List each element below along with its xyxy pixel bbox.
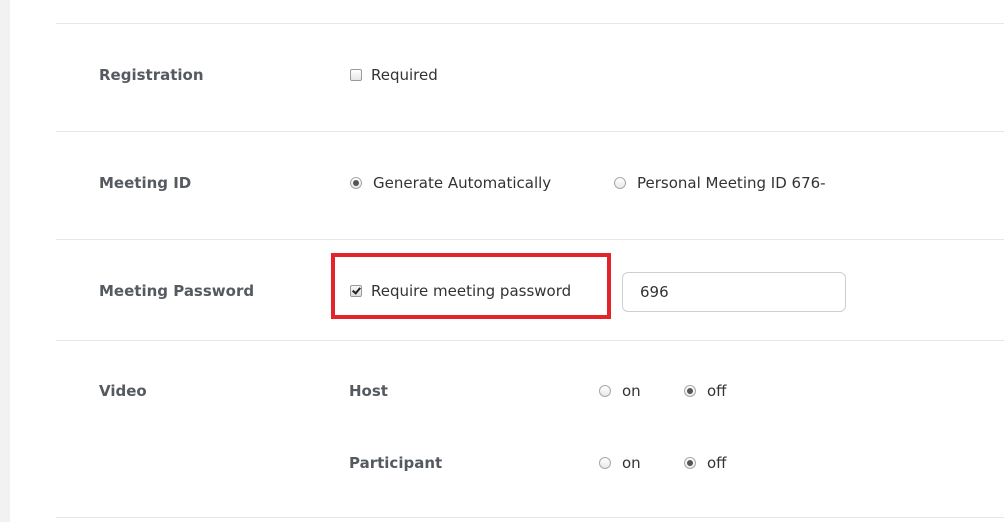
video-participant-off-label: off	[707, 454, 727, 472]
video-host-off-radio[interactable]	[684, 385, 696, 397]
divider	[56, 131, 1004, 132]
video-participant-off-radio[interactable]	[684, 457, 696, 469]
divider	[56, 239, 1004, 240]
meeting-id-personal-label: Personal Meeting ID 676-	[637, 174, 826, 192]
divider	[56, 517, 1004, 518]
video-participant-on-label: on	[622, 454, 641, 472]
video-host-label: Host	[349, 382, 388, 400]
require-password-option[interactable]: Require meeting password	[350, 282, 571, 300]
left-rail	[0, 0, 10, 522]
registration-required-option[interactable]: Required	[350, 66, 438, 84]
meeting-id-generate-option[interactable]: Generate Automatically	[350, 174, 551, 192]
registration-required-checkbox[interactable]	[350, 69, 362, 81]
meeting-password-input[interactable]	[622, 272, 846, 312]
meeting-id-personal-radio[interactable]	[614, 177, 626, 189]
meeting-id-generate-radio[interactable]	[350, 177, 362, 189]
meeting-id-generate-label: Generate Automatically	[373, 174, 552, 192]
video-participant-label: Participant	[349, 454, 443, 472]
video-participant-off-option[interactable]: off	[684, 454, 727, 472]
video-participant-on-radio[interactable]	[599, 457, 611, 469]
registration-label: Registration	[99, 66, 204, 84]
video-host-off-label: off	[707, 382, 727, 400]
registration-required-label: Required	[371, 66, 438, 84]
require-password-checkbox[interactable]	[350, 285, 362, 297]
meeting-id-personal-option[interactable]: Personal Meeting ID 676-	[614, 174, 826, 192]
video-participant-on-option[interactable]: on	[599, 454, 641, 472]
divider	[56, 340, 1004, 341]
video-host-on-option[interactable]: on	[599, 382, 641, 400]
video-host-on-label: on	[622, 382, 641, 400]
video-label: Video	[99, 382, 147, 400]
divider	[56, 23, 1004, 24]
meeting-id-label: Meeting ID	[99, 174, 192, 192]
video-host-on-radio[interactable]	[599, 385, 611, 397]
meeting-password-label: Meeting Password	[99, 282, 255, 300]
require-password-label: Require meeting password	[371, 282, 572, 300]
video-host-off-option[interactable]: off	[684, 382, 727, 400]
